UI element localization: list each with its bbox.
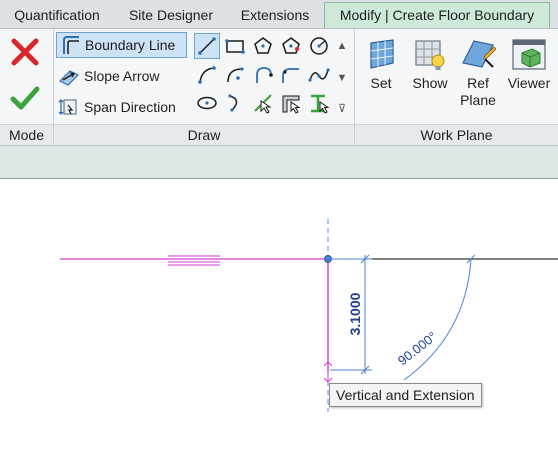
boundary-line-button[interactable]: Boundary Line [56, 32, 187, 58]
spline-icon [308, 68, 330, 82]
ribbon-tab-bar: Quantification Site Designer Extensions … [0, 0, 558, 29]
show-work-plane-button[interactable]: Show [407, 33, 453, 92]
tab-modify-create-floor-boundary[interactable]: Modify | Create Floor Boundary [324, 2, 550, 28]
draw-panel-label: Draw [54, 124, 354, 145]
work-plane-panel-label: Work Plane [355, 124, 558, 145]
slope-arrow-icon [58, 65, 80, 87]
gallery-expand[interactable]: ⊽ [334, 94, 350, 122]
span-direction-label: Span Direction [84, 99, 176, 115]
cancel-edit-mode-button[interactable] [8, 36, 42, 68]
ref-plane-label: Ref Plane [460, 75, 496, 108]
drawing-canvas[interactable]: 3.1000 90.000° [0, 179, 558, 458]
boundary-line-label: Boundary Line [85, 37, 176, 53]
viewer-icon [512, 39, 546, 70]
span-direction-button[interactable]: Span Direction [56, 94, 190, 120]
green-checkmark-icon [10, 86, 40, 110]
viewer-button[interactable]: Viewer [503, 33, 555, 92]
circumscribed-polygon-icon [282, 37, 300, 54]
span-direction-icon [58, 96, 80, 118]
slope-arrow-label: Slope Arrow [84, 68, 160, 84]
rectangle-icon [225, 39, 245, 54]
mode-panel-label: Mode [0, 124, 53, 145]
set-work-plane-button[interactable]: Set [358, 33, 404, 92]
tab-extensions[interactable]: Extensions [232, 3, 318, 28]
tool-fillet-arc[interactable] [278, 62, 304, 88]
tool-ellipse[interactable] [194, 90, 220, 116]
tangent-arc-icon [256, 67, 273, 83]
tool-inscribed-polygon[interactable] [250, 33, 276, 59]
dimension-value[interactable]: 3.1000 [347, 292, 363, 335]
line-icon [198, 37, 216, 55]
tool-line[interactable] [194, 33, 220, 59]
fillet-arc-icon [282, 68, 299, 83]
tool-circumscribed-polygon[interactable] [278, 33, 304, 59]
ref-plane-button[interactable]: Ref Plane [455, 33, 501, 109]
inscribed-polygon-icon [254, 37, 272, 54]
finish-edit-mode-button[interactable] [8, 82, 42, 114]
center-end-arc-icon [227, 67, 244, 83]
partial-ellipse-icon [228, 94, 238, 112]
tool-pick-supports[interactable] [306, 90, 332, 116]
start-end-arc-icon [198, 66, 216, 84]
tool-center-end-arc[interactable] [222, 62, 248, 88]
snap-tooltip: Vertical and Extension [329, 383, 482, 407]
chevron-down-icon: ▼ [336, 72, 348, 84]
show-label: Show [412, 75, 448, 91]
set-label: Set [370, 75, 392, 91]
tool-pick-lines[interactable] [250, 90, 276, 116]
tool-spline[interactable] [306, 62, 332, 88]
tab-site-designer[interactable]: Site Designer [118, 3, 224, 28]
tab-quantification[interactable]: Quantification [2, 3, 112, 28]
pick-supports-icon [311, 94, 330, 114]
pick-walls-icon [282, 95, 301, 114]
tool-rectangle[interactable] [222, 33, 248, 59]
tool-pick-walls[interactable] [278, 90, 304, 116]
red-x-icon [11, 38, 39, 66]
slope-arrow-button[interactable]: Slope Arrow [56, 63, 187, 89]
options-bar [0, 145, 558, 179]
tool-start-end-arc[interactable] [194, 62, 220, 88]
gallery-scroll-down[interactable]: ▼ [334, 64, 350, 92]
show-work-plane-icon [415, 40, 445, 70]
ref-plane-icon [462, 40, 496, 68]
gallery-scroll-up[interactable]: ▲ [334, 32, 350, 60]
set-work-plane-icon [370, 39, 394, 69]
angle-value: 90.000° [395, 329, 440, 369]
chevron-up-icon: ▲ [336, 40, 348, 52]
tool-tangent-arc[interactable] [250, 62, 276, 88]
expand-gallery-icon: ⊽ [337, 102, 347, 115]
circle-icon [310, 37, 328, 55]
pick-lines-icon [254, 94, 272, 114]
boundary-line-icon [59, 34, 81, 56]
angle-arc [403, 258, 472, 381]
tool-circle[interactable] [306, 33, 332, 59]
tool-partial-ellipse[interactable] [222, 90, 248, 116]
ellipse-icon [197, 96, 217, 110]
sketch-view: 3.1000 90.000° [60, 219, 558, 412]
viewer-label: Viewer [507, 75, 551, 91]
